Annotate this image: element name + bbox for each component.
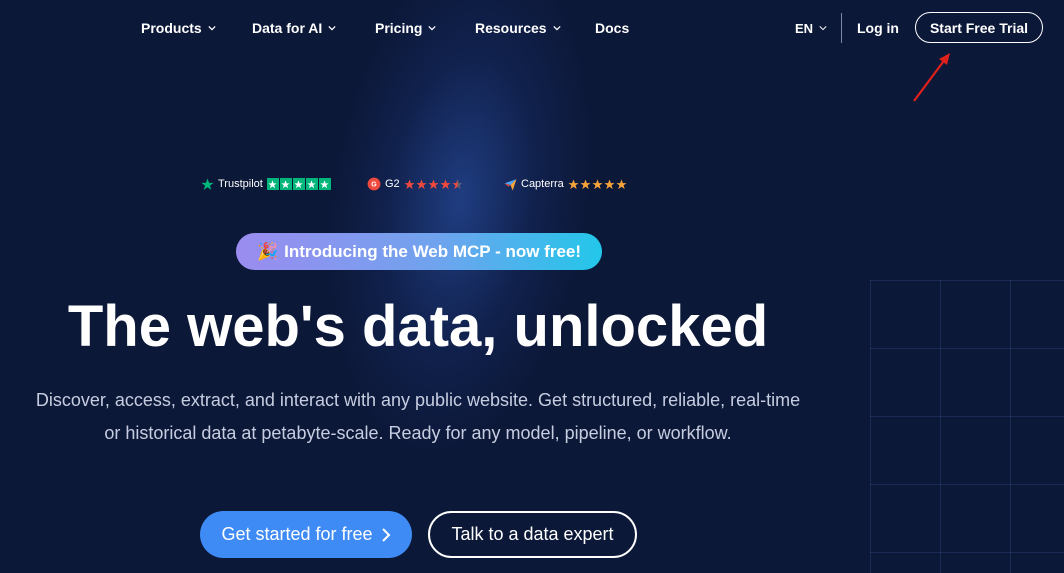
svg-text:G: G bbox=[371, 182, 377, 189]
hero-subtitle: Discover, access, extract, and interact … bbox=[0, 384, 836, 450]
nav-item-label: Products bbox=[141, 20, 202, 36]
rating-name: G2 bbox=[385, 178, 400, 190]
star-icon bbox=[279, 178, 292, 190]
star-icon bbox=[266, 178, 279, 190]
top-nav: Products Data for AI Pricing Resources D… bbox=[0, 0, 1064, 56]
trustpilot-stars bbox=[266, 178, 331, 190]
chevron-down-icon bbox=[552, 25, 561, 31]
nav-divider bbox=[841, 13, 842, 43]
get-started-button[interactable]: Get started for free bbox=[200, 511, 412, 558]
annotation-arrow-icon bbox=[913, 53, 950, 102]
party-popper-icon: 🎉 bbox=[256, 241, 279, 261]
star-icon bbox=[416, 178, 427, 189]
talk-to-expert-label: Talk to a data expert bbox=[451, 524, 614, 544]
star-icon bbox=[440, 178, 451, 189]
g2-stars bbox=[404, 178, 463, 190]
hero-headline: The web's data, unlocked bbox=[67, 294, 769, 359]
nav-item-resources[interactable]: Resources bbox=[475, 19, 561, 37]
capterra-logo-icon bbox=[504, 178, 517, 190]
trial-label: Start Free Trial bbox=[929, 19, 1029, 36]
language-label: EN bbox=[795, 20, 814, 36]
g2-logo-icon: G bbox=[367, 177, 381, 191]
trustpilot-rating: Trustpilot bbox=[201, 176, 331, 192]
star-icon bbox=[580, 178, 591, 189]
nav-item-data-for-ai[interactable]: Data for AI bbox=[252, 19, 336, 37]
nav-item-label: Docs bbox=[595, 20, 630, 36]
star-icon bbox=[305, 178, 318, 190]
nav-item-label: Resources bbox=[475, 20, 547, 36]
star-icon bbox=[428, 178, 439, 189]
capterra-rating: Capterra bbox=[504, 176, 627, 192]
nav-item-docs[interactable]: Docs bbox=[595, 19, 629, 37]
language-selector[interactable]: EN bbox=[795, 19, 827, 37]
chevron-down-icon bbox=[428, 25, 437, 31]
hero-subtitle-line: Discover, access, extract, and interact … bbox=[35, 390, 801, 410]
star-icon bbox=[592, 178, 603, 189]
announcement-pill[interactable]: 🎉 Introducing the Web MCP - now free! bbox=[236, 233, 602, 270]
login-label: Log in bbox=[857, 20, 899, 36]
star-icon bbox=[292, 178, 305, 190]
chevron-down-icon bbox=[208, 25, 216, 31]
nav-item-pricing[interactable]: Pricing bbox=[375, 19, 437, 37]
hero-subtitle-line: or historical data at petabyte-scale. Re… bbox=[104, 423, 732, 443]
capterra-stars bbox=[568, 178, 627, 190]
get-started-label: Get started for free bbox=[221, 524, 373, 544]
star-icon bbox=[568, 178, 579, 189]
login-link[interactable]: Log in bbox=[857, 19, 899, 37]
announcement-text: Introducing the Web MCP - now free! bbox=[284, 241, 582, 261]
rating-name: Capterra bbox=[521, 178, 564, 190]
star-icon bbox=[604, 178, 615, 189]
star-icon bbox=[616, 178, 627, 189]
g2-rating: G G2 bbox=[367, 176, 463, 192]
start-free-trial-button[interactable]: Start Free Trial bbox=[915, 12, 1043, 43]
nav-item-label: Data for AI bbox=[252, 20, 323, 36]
rating-name: Trustpilot bbox=[218, 178, 263, 190]
star-icon bbox=[318, 178, 331, 190]
chevron-down-icon bbox=[819, 26, 827, 31]
star-icon bbox=[404, 178, 415, 189]
chevron-down-icon bbox=[328, 25, 336, 31]
chevron-right-icon bbox=[381, 527, 390, 542]
half-star-icon bbox=[452, 178, 463, 189]
nav-item-label: Pricing bbox=[375, 20, 423, 36]
nav-item-products[interactable]: Products bbox=[141, 19, 216, 37]
background-grid bbox=[870, 280, 1064, 573]
trustpilot-star-icon bbox=[201, 178, 214, 190]
talk-to-expert-button[interactable]: Talk to a data expert bbox=[428, 511, 637, 558]
